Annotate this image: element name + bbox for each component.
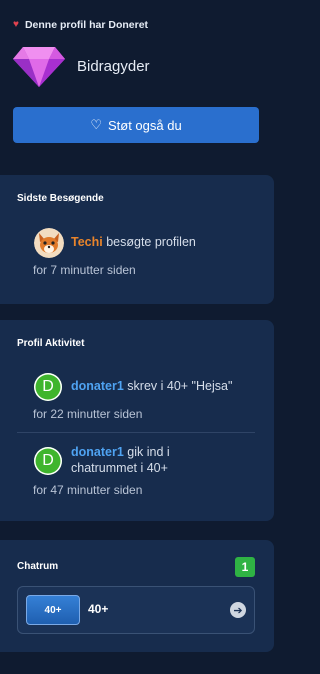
- card-title: Sidste Besøgende: [17, 193, 104, 204]
- user-avatar[interactable]: D: [34, 373, 62, 401]
- activity-time: for 22 minutter siden: [33, 407, 143, 421]
- chatroom-item[interactable]: 40+ 40+ ➔: [17, 586, 255, 634]
- activity-user[interactable]: donater1: [71, 445, 124, 459]
- support-button-label: Støt også du: [107, 117, 182, 133]
- fox-avatar-icon: [34, 228, 64, 258]
- heart-icon: ♥: [13, 19, 19, 30]
- visitor-avatar[interactable]: [34, 228, 64, 258]
- recent-visitors-card: Sidste Besøgende Techi besøgte profilen …: [0, 175, 274, 304]
- activity-text-line2: chatrummet i 40+: [71, 461, 168, 475]
- card-title: Chatrum: [17, 561, 59, 572]
- activity-line: donater1 gik ind i: [71, 445, 170, 459]
- donor-badge: Bidragyder: [13, 45, 150, 87]
- chatrooms-card: Chatrum 1 40+ 40+ ➔: [0, 540, 274, 652]
- avatar-letter: D: [42, 452, 54, 469]
- donation-status: ♥ Denne profil har Doneret: [13, 19, 148, 31]
- activity-time: for 47 minutter siden: [33, 483, 143, 497]
- chatroom-count-badge: 1: [235, 557, 255, 577]
- donation-status-text: Denne profil har Doneret: [24, 19, 149, 31]
- activity-text: gik ind i: [127, 445, 170, 459]
- activity-line: donater1 skrev i 40+ "Hejsa": [71, 379, 232, 393]
- user-avatar[interactable]: D: [34, 447, 62, 475]
- chatroom-thumbnail: 40+: [26, 595, 80, 625]
- heart-outline-icon: ♡: [90, 117, 102, 132]
- chatroom-name: 40+: [88, 602, 109, 616]
- visit-action: besøgte profilen: [106, 235, 196, 249]
- visit-line: Techi besøgte profilen: [71, 235, 196, 249]
- visitor-name[interactable]: Techi: [71, 235, 103, 249]
- profile-activity-card: Profil Aktivitet D donater1 skrev i 40+ …: [0, 320, 274, 521]
- arrow-right-icon[interactable]: ➔: [230, 602, 246, 618]
- divider: [17, 432, 255, 433]
- diamond-icon: [13, 47, 65, 87]
- activity-text: skrev i 40+ "Hejsa": [127, 379, 233, 393]
- avatar-letter: D: [42, 378, 54, 395]
- badge-label: Bidragyder: [77, 57, 150, 75]
- card-title: Profil Aktivitet: [17, 338, 85, 349]
- visit-time: for 7 minutter siden: [33, 263, 136, 277]
- activity-user[interactable]: donater1: [71, 379, 124, 393]
- support-button[interactable]: ♡ Støt også du: [13, 107, 259, 143]
